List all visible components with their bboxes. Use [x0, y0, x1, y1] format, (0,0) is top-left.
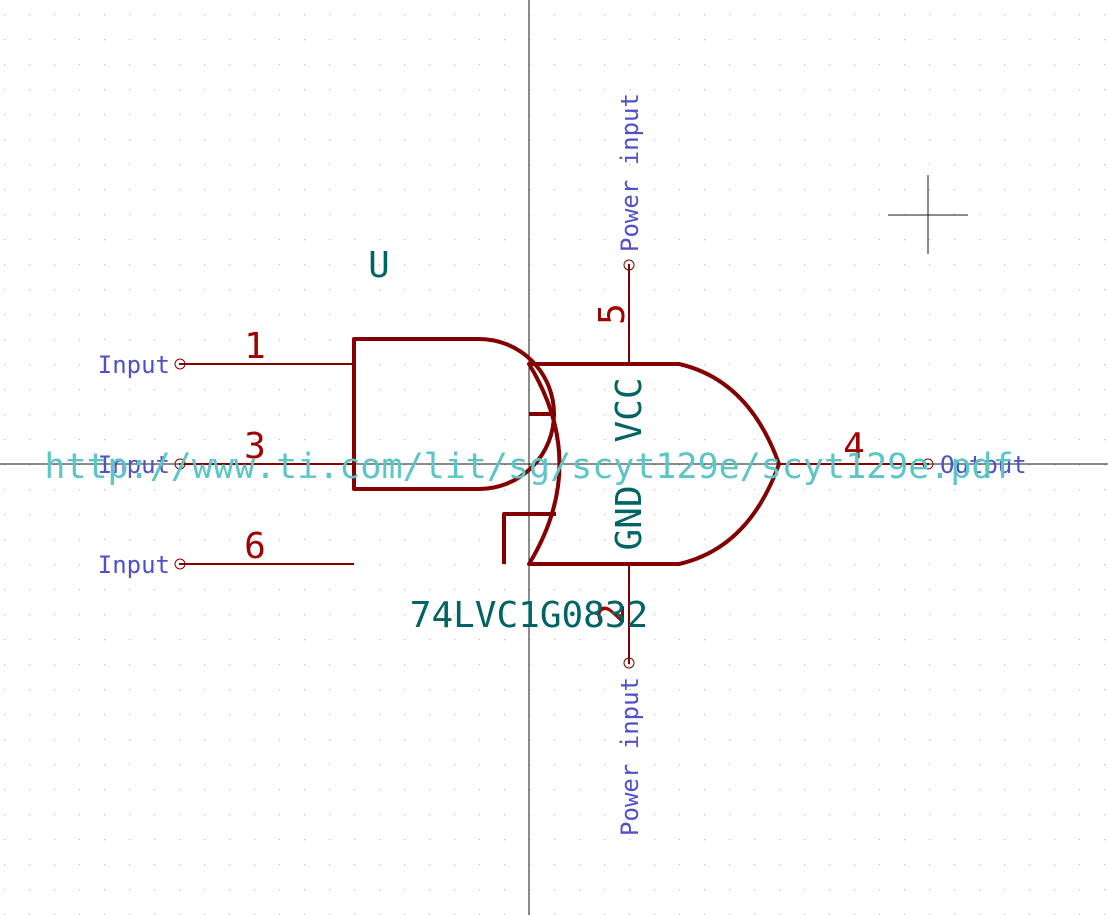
pin-2-name: GND	[609, 485, 650, 550]
pin-5-type: Power input	[616, 93, 644, 252]
pin-1-type: Input	[98, 351, 170, 379]
value-field[interactable]: 74LVC1G0832	[410, 595, 648, 636]
pin-6-number: 6	[244, 526, 266, 567]
schematic-canvas[interactable]: 1 3 6 4 5 2 Input Input Input Output Pow…	[0, 0, 1108, 915]
pin-6-type: Input	[98, 551, 170, 579]
pin-1-number: 1	[244, 326, 266, 367]
datasheet-field[interactable]: http://www.ti.com/lit/sg/scyt129e/scyt12…	[44, 447, 1013, 487]
pin-5-name: VCC	[609, 377, 650, 442]
reference-designator[interactable]: U	[368, 245, 390, 286]
pin-5-number: 5	[592, 303, 633, 325]
pin-2-type: Power input	[616, 677, 644, 836]
